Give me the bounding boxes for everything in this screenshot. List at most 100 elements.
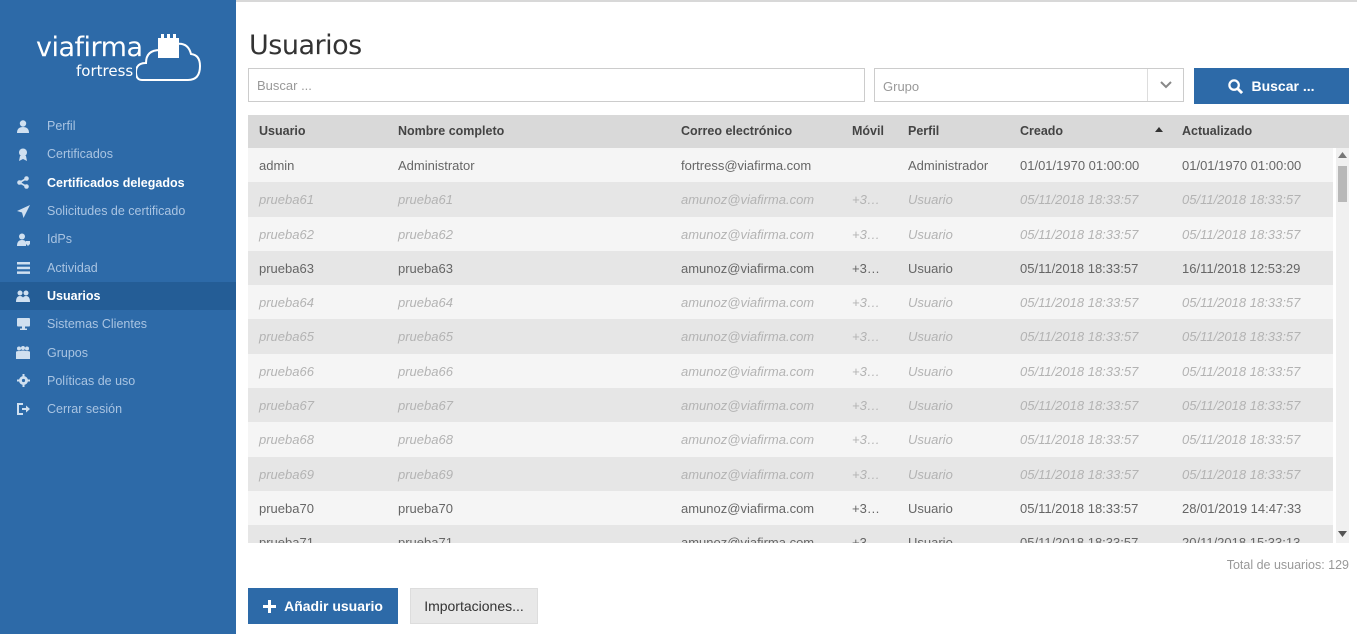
- chevron-down-icon[interactable]: [1147, 69, 1183, 101]
- cell-perfil: Usuario: [908, 295, 953, 311]
- sidebar-item-cerrar-sesión[interactable]: Cerrar sesión: [0, 395, 236, 423]
- table-row[interactable]: prueba68 prueba68 amunoz@viafirma.com +3… Us…: [248, 422, 1333, 457]
- header-nombre[interactable]: Nombre completo: [398, 124, 504, 138]
- cell-nombre: prueba70: [398, 500, 453, 516]
- paper-plane-icon: [16, 204, 30, 218]
- sidebar-item-label: Certificados: [47, 147, 113, 162]
- table-row[interactable]: prueba63 prueba63 amunoz@viafirma.com +3… Us…: [248, 250, 1333, 286]
- table-body: admin Administrator fortress@viafirma.com A…: [248, 148, 1333, 543]
- cell-movil: +3…: [852, 192, 880, 208]
- header-perfil[interactable]: Perfil: [908, 124, 939, 138]
- sidebar-item-políticas-de-uso[interactable]: Políticas de uso: [0, 367, 236, 395]
- cell-actualizado: 05/11/2018 18:33:57: [1182, 466, 1301, 482]
- table-row[interactable]: admin Administrator fortress@viafirma.com A…: [248, 148, 1333, 183]
- sidebar-item-usuarios[interactable]: Usuarios: [0, 281, 236, 311]
- group-select-placeholder: Grupo: [883, 79, 920, 94]
- cell-creado: 05/11/2018 18:33:57: [1020, 535, 1139, 543]
- search-button[interactable]: Buscar ...: [1194, 68, 1349, 104]
- cell-actualizado: 05/11/2018 18:33:57: [1182, 432, 1301, 448]
- table-row[interactable]: prueba66 prueba66 amunoz@viafirma.com +3… Us…: [248, 353, 1333, 389]
- add-user-label: Añadir usuario: [284, 598, 383, 614]
- cell-movil: +3…: [852, 260, 880, 276]
- cell-movil: +3…: [852, 398, 880, 414]
- logo-subtext: fortress: [76, 62, 134, 80]
- cell-actualizado: 05/11/2018 18:33:57: [1182, 329, 1301, 345]
- sidebar: viafirma fortress Perfil Certificados Cert…: [0, 0, 236, 634]
- scroll-down-icon[interactable]: [1338, 531, 1347, 537]
- cell-correo: amunoz@viafirma.com: [681, 329, 815, 345]
- cell-nombre: prueba67: [398, 398, 453, 414]
- cell-creado: 05/11/2018 18:33:57: [1020, 226, 1139, 242]
- cell-movil: +3…: [852, 466, 880, 482]
- cell-perfil: Administrador: [908, 158, 989, 173]
- scroll-thumb[interactable]: [1338, 166, 1347, 202]
- table-row[interactable]: prueba64 prueba64 amunoz@viafirma.com +3… Us…: [248, 285, 1333, 320]
- table-row[interactable]: prueba61 prueba61 amunoz@viafirma.com +3… Us…: [248, 182, 1333, 217]
- user-shield-icon: [16, 232, 30, 246]
- cell-actualizado: 20/11/2018 15:33:13: [1182, 535, 1301, 543]
- table-row[interactable]: prueba67 prueba67 amunoz@viafirma.com +3… Us…: [248, 388, 1333, 423]
- cell-creado: 05/11/2018 18:33:57: [1020, 329, 1139, 345]
- sidebar-item-grupos[interactable]: Grupos: [0, 338, 236, 366]
- cell-usuario: prueba67: [259, 398, 314, 414]
- cell-nombre: prueba62: [398, 226, 453, 242]
- table-row[interactable]: prueba65 prueba65 amunoz@viafirma.com +3… Us…: [248, 319, 1333, 354]
- plus-icon: [263, 599, 277, 613]
- table-row[interactable]: prueba70 prueba70 amunoz@viafirma.com +3… Us…: [248, 490, 1333, 526]
- table-row[interactable]: prueba62 prueba62 amunoz@viafirma.com +3… Us…: [248, 216, 1333, 251]
- cell-actualizado: 05/11/2018 18:33:57: [1182, 398, 1301, 414]
- sort-ascending-icon[interactable]: [1154, 125, 1164, 133]
- sidebar-item-perfil[interactable]: Perfil: [0, 112, 236, 140]
- table-scrollbar[interactable]: [1336, 148, 1349, 543]
- sidebar-item-sistemas-clientes[interactable]: Sistemas Clientes: [0, 310, 236, 338]
- sidebar-item-certificados[interactable]: Certificados: [0, 140, 236, 168]
- imports-button[interactable]: Importaciones...: [410, 588, 538, 624]
- viafirma-logo[interactable]: viafirma fortress: [36, 28, 206, 88]
- scroll-up-icon[interactable]: [1338, 152, 1347, 158]
- cell-correo: amunoz@viafirma.com: [681, 226, 815, 242]
- group-select[interactable]: Grupo: [874, 68, 1184, 102]
- header-actualizado[interactable]: Actualizado: [1182, 124, 1252, 138]
- cell-perfil: Usuario: [908, 432, 953, 448]
- cell-creado: 01/01/1970 01:00:00: [1020, 158, 1140, 173]
- total-users: Total de usuarios: 129: [1226, 558, 1349, 572]
- cell-usuario: prueba68: [259, 432, 314, 448]
- sidebar-item-label: Certificados delegados: [47, 175, 185, 190]
- sidebar-item-solicitudes-de-certificado[interactable]: Solicitudes de certificado: [0, 197, 236, 225]
- cell-usuario: prueba64: [259, 295, 314, 311]
- cell-actualizado: 05/11/2018 18:33:57: [1182, 192, 1301, 208]
- cell-nombre: prueba64: [398, 295, 453, 311]
- sidebar-item-idps[interactable]: IdPs: [0, 225, 236, 253]
- sidebar-item-actividad[interactable]: Actividad: [0, 253, 236, 281]
- cell-nombre: prueba71: [398, 535, 453, 543]
- cell-creado: 05/11/2018 18:33:57: [1020, 363, 1139, 379]
- search-input[interactable]: [248, 68, 865, 102]
- cell-correo: amunoz@viafirma.com: [681, 466, 815, 482]
- cell-movil: +3…: [852, 500, 880, 516]
- sidebar-item-certificados-delegados[interactable]: Certificados delegados: [0, 169, 236, 197]
- cell-movil: +3…: [852, 295, 880, 311]
- cell-correo: amunoz@viafirma.com: [681, 432, 815, 448]
- cell-nombre: prueba68: [398, 432, 453, 448]
- table-row[interactable]: prueba71 prueba71 amunoz@viafirma.com +3… Us…: [248, 525, 1333, 543]
- cell-creado: 05/11/2018 18:33:57: [1020, 432, 1139, 448]
- search-icon: [1228, 78, 1244, 94]
- cell-perfil: Usuario: [908, 466, 953, 482]
- imports-label: Importaciones...: [424, 598, 524, 614]
- cell-creado: 05/11/2018 18:33:57: [1020, 466, 1139, 482]
- cell-actualizado: 05/11/2018 18:33:57: [1182, 295, 1301, 311]
- sidebar-nav: Perfil Certificados Certificados delegados…: [0, 112, 236, 423]
- header-creado[interactable]: Creado: [1020, 124, 1063, 138]
- add-user-button[interactable]: Añadir usuario: [248, 588, 398, 624]
- table-row[interactable]: prueba69 prueba69 amunoz@viafirma.com +3… Us…: [248, 456, 1333, 491]
- cell-correo: amunoz@viafirma.com: [681, 398, 815, 414]
- header-usuario[interactable]: Usuario: [259, 124, 306, 138]
- monitor-icon: [16, 317, 30, 331]
- header-movil[interactable]: Móvil: [852, 124, 884, 138]
- sign-out-icon: [16, 402, 30, 416]
- cell-correo: amunoz@viafirma.com: [681, 295, 815, 311]
- cloud-castle-icon: [136, 34, 202, 81]
- cell-perfil: Usuario: [908, 500, 953, 516]
- header-correo[interactable]: Correo electrónico: [681, 124, 792, 138]
- cell-movil: +3…: [852, 363, 880, 379]
